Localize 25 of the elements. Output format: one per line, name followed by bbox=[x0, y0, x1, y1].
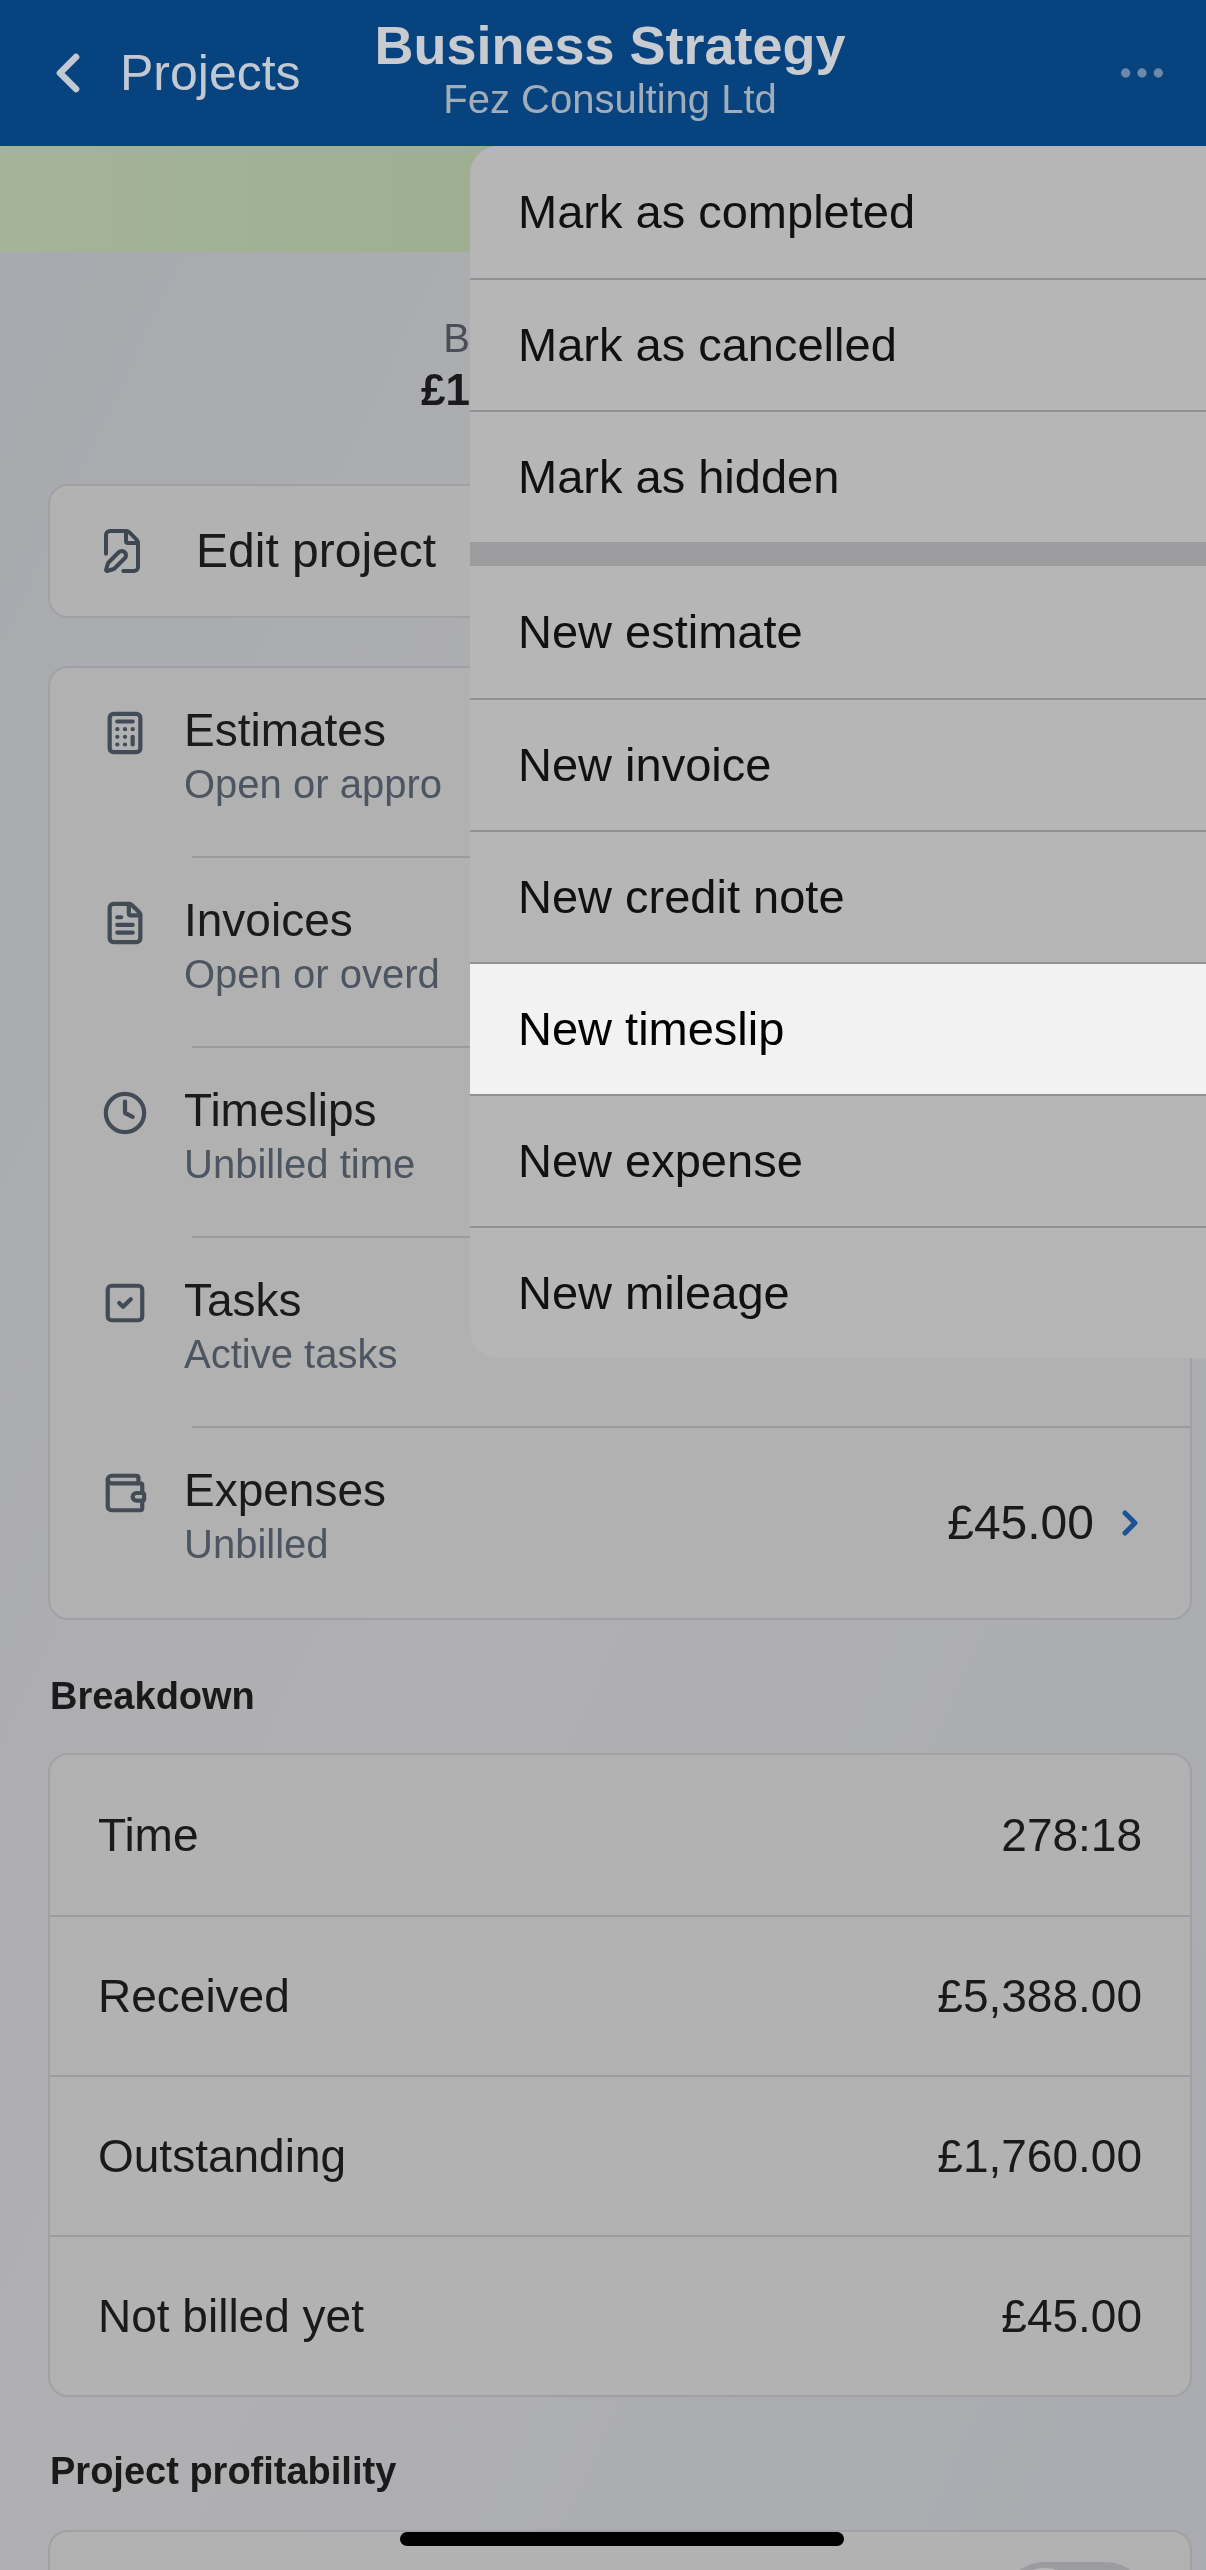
row-subtitle: Unbilled time bbox=[184, 1141, 416, 1188]
breakdown-label: Received bbox=[98, 1968, 290, 2024]
breakdown-label: Time bbox=[98, 1807, 199, 1863]
breakdown-value: £45.00 bbox=[1001, 2288, 1142, 2344]
row-subtitle: Unbilled bbox=[184, 1521, 330, 1568]
row-title: Tasks bbox=[184, 1273, 303, 1328]
breakdown-value: £5,388.00 bbox=[937, 1968, 1142, 2024]
breakdown-label: Outstanding bbox=[98, 2128, 347, 2184]
breakdown-value: £1,760.00 bbox=[937, 2128, 1142, 2184]
summary-label: B bbox=[443, 315, 470, 362]
row-subtitle: Active tasks bbox=[184, 1331, 398, 1378]
row-title: Timeslips bbox=[184, 1083, 378, 1138]
row-subtitle: Open or appro bbox=[184, 761, 442, 808]
project-title: Business Strategy bbox=[374, 14, 846, 76]
row-value: £45.00 bbox=[947, 1495, 1094, 1551]
profitability-heading: Project profitability bbox=[50, 2449, 397, 2494]
client-name: Fez Consulting Ltd bbox=[443, 76, 777, 122]
summary-amount: £1 bbox=[421, 364, 470, 416]
row-title: Expenses bbox=[184, 1463, 386, 1518]
breakdown-heading: Breakdown bbox=[50, 1674, 255, 1719]
breakdown-value: 278:18 bbox=[1001, 1807, 1142, 1863]
row-title: Invoices bbox=[184, 893, 354, 948]
row-subtitle: Open or overd bbox=[184, 951, 440, 998]
breakdown-label: Not billed yet bbox=[98, 2288, 364, 2344]
row-title: Estimates bbox=[184, 703, 387, 758]
